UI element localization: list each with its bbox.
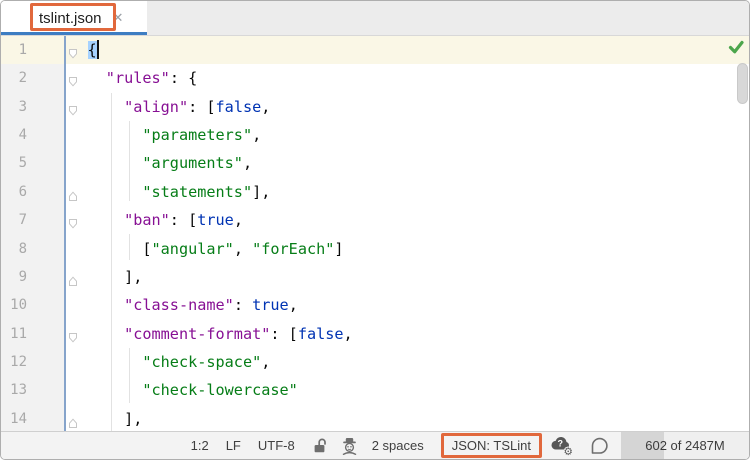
fold-collapse-icon[interactable]	[66, 47, 80, 61]
indent-config-widget[interactable]: 2 spaces	[372, 438, 424, 453]
code-line[interactable]: 10 "class-name": true,	[1, 291, 749, 319]
line-number: 12	[1, 348, 27, 376]
code-line[interactable]: 9 ],	[1, 263, 749, 291]
cloud-settings-icon[interactable]: ? ⚙	[550, 435, 575, 456]
code-text: "arguments",	[88, 149, 253, 177]
line-number: 9	[1, 263, 27, 291]
code-line[interactable]: 7 "ban": [true,	[1, 206, 749, 234]
indent-guide	[129, 234, 130, 260]
code-line[interactable]: 6 "statements"],	[1, 178, 749, 206]
code-line[interactable]: 1{	[1, 36, 749, 64]
scrollbar-thumb[interactable]	[737, 63, 748, 104]
caret-position-widget[interactable]: 1:2	[191, 438, 209, 453]
svg-text:?: ?	[558, 439, 564, 449]
code-editor[interactable]: 1{2 "rules": {3 "align": [false,4 "param…	[1, 36, 749, 431]
line-number: 8	[1, 235, 27, 263]
code-text: ],	[88, 405, 143, 431]
indent-guide	[129, 348, 130, 403]
svg-text:⚙: ⚙	[564, 446, 573, 456]
line-number: 7	[1, 206, 27, 234]
code-line[interactable]: 14 ],	[1, 405, 749, 431]
line-number: 10	[1, 291, 27, 319]
line-number: 1	[1, 36, 27, 64]
code-line[interactable]: 12 "check-space",	[1, 348, 749, 376]
indent-guide	[111, 93, 112, 431]
code-line[interactable]: 13 "check-lowercase"	[1, 376, 749, 404]
status-bar: 1:2 LF UTF-8 2 spaces JSON: TSLint	[1, 431, 749, 459]
fold-expand-icon[interactable]	[66, 416, 80, 430]
code-text: ],	[88, 263, 143, 291]
line-number: 2	[1, 64, 27, 92]
tab-tslint-json[interactable]: tslint.json ✕	[1, 1, 147, 35]
code-line[interactable]: 2 "rules": {	[1, 64, 749, 92]
code-text: {	[88, 36, 100, 64]
code-line[interactable]: 4 "parameters",	[1, 121, 749, 149]
ide-window: tslint.json ✕ 1{2 "rules": {3 "align": […	[0, 0, 750, 460]
code-text: "check-lowercase"	[88, 376, 298, 404]
fold-expand-icon[interactable]	[66, 274, 80, 288]
code-text: "check-space",	[88, 348, 271, 376]
notification-balloon-icon[interactable]	[588, 436, 608, 456]
code-text: "statements"],	[88, 178, 271, 206]
line-number: 11	[1, 320, 27, 348]
inspections-ok-icon[interactable]	[727, 39, 745, 55]
code-text: "align": [false,	[88, 93, 271, 121]
annotation-highlight-filetype: JSON: TSLint	[441, 433, 542, 458]
indent-guide	[129, 121, 130, 201]
line-number: 13	[1, 376, 27, 404]
memory-indicator[interactable]: 602 of 2487M	[621, 432, 749, 459]
code-line[interactable]: 8 ["angular", "forEach"]	[1, 235, 749, 263]
fold-collapse-icon[interactable]	[66, 104, 80, 118]
fold-collapse-icon[interactable]	[66, 217, 80, 231]
close-tab-icon[interactable]: ✕	[113, 12, 124, 25]
file-type-widget[interactable]: JSON: TSLint	[452, 438, 531, 453]
line-number: 3	[1, 93, 27, 121]
code-text: "rules": {	[88, 64, 198, 92]
memory-text: 602 of 2487M	[621, 432, 749, 459]
highlighting-level-icon[interactable]	[340, 436, 359, 455]
line-ending-widget[interactable]: LF	[226, 438, 241, 453]
unlocked-padlock-icon[interactable]	[312, 437, 327, 454]
line-number: 14	[1, 405, 27, 431]
code-text: "class-name": true,	[88, 291, 298, 319]
vcs-change-stripe[interactable]	[64, 36, 67, 431]
line-number: 5	[1, 149, 27, 177]
editor-tab-bar: tslint.json ✕	[1, 1, 749, 36]
tab-title: tslint.json	[39, 10, 102, 27]
code-line[interactable]: 5 "arguments",	[1, 149, 749, 177]
code-text: "comment-format": [false,	[88, 320, 353, 348]
line-number: 4	[1, 121, 27, 149]
fold-expand-icon[interactable]	[66, 189, 80, 203]
encoding-widget[interactable]: UTF-8	[258, 438, 295, 453]
fold-collapse-icon[interactable]	[66, 331, 80, 345]
code-line[interactable]: 3 "align": [false,	[1, 93, 749, 121]
code-text: ["angular", "forEach"]	[88, 235, 344, 263]
fold-collapse-icon[interactable]	[66, 75, 80, 89]
text-caret	[97, 40, 100, 59]
code-text: "parameters",	[88, 121, 262, 149]
code-lines: 1{2 "rules": {3 "align": [false,4 "param…	[1, 36, 749, 431]
line-number: 6	[1, 178, 27, 206]
code-line[interactable]: 11 "comment-format": [false,	[1, 320, 749, 348]
